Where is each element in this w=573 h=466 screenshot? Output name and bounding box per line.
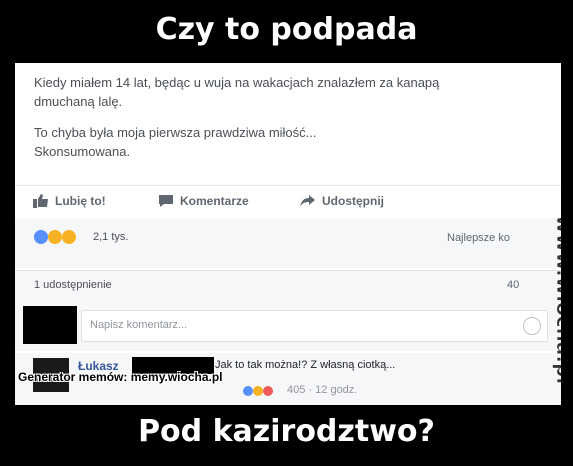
comment-reactions-count[interactable]: 405 bbox=[287, 384, 305, 396]
comment-placeholder: Napisz komentarz... bbox=[90, 319, 188, 331]
best-comments-filter[interactable]: Najlepsze ko bbox=[447, 232, 510, 244]
post-action-bar: Lubię to! Komentarze Udostępnij bbox=[15, 185, 561, 219]
share-label: Udostępnij bbox=[322, 194, 384, 208]
facebook-post-screenshot: Kiedy miałem 14 lat, będąc u wuja na wak… bbox=[15, 63, 561, 405]
bottom-caption: Pod kazirodztwo? bbox=[138, 414, 435, 449]
comment-button[interactable]: Komentarze bbox=[158, 194, 249, 208]
share-arrow-icon bbox=[300, 195, 315, 207]
shares-row: 1 udostępnienie 40 bbox=[15, 270, 561, 301]
like-button[interactable]: Lubię to! bbox=[33, 194, 106, 208]
share-button[interactable]: Udostępnij bbox=[300, 194, 384, 208]
site-watermark: www.wiocha.pl bbox=[531, 213, 561, 405]
comment-input[interactable]: Napisz komentarz... bbox=[81, 310, 548, 342]
post-text-line: To chyba była moja pierwsza prawdziwa mi… bbox=[34, 125, 317, 140]
comment-item: Łukasz Jak to tak można!? Z własną ciotk… bbox=[15, 353, 561, 405]
top-caption: Czy to podpada bbox=[155, 12, 418, 47]
shares-count[interactable]: 1 udostępnienie bbox=[34, 279, 112, 291]
wow-reaction-icon bbox=[62, 230, 76, 244]
reactions-count[interactable]: 2,1 tys. bbox=[93, 231, 128, 243]
post-text-line: dmuchaną lalę. bbox=[34, 94, 123, 109]
avatar bbox=[23, 306, 77, 344]
haha-reaction-icon bbox=[253, 386, 263, 396]
angry-reaction-icon bbox=[263, 386, 273, 396]
generator-watermark: Generator memów: memy.wiocha.pl bbox=[18, 370, 223, 384]
like-label: Lubię to! bbox=[55, 194, 106, 208]
haha-reaction-icon bbox=[48, 230, 62, 244]
like-reaction-icon bbox=[34, 230, 48, 244]
reactions-row: 2,1 tys. Najlepsze ko bbox=[15, 218, 561, 268]
comment-time[interactable]: 12 godz. bbox=[315, 384, 357, 396]
comment-meta: 405 · 12 godz. bbox=[287, 384, 357, 396]
post-text-line: Skonsumowana. bbox=[34, 144, 131, 159]
like-reaction-icon bbox=[243, 386, 253, 396]
comment-box-row: Napisz komentarz... bbox=[15, 301, 561, 351]
post-text-line: Kiedy miałem 14 lat, będąc u wuja na wak… bbox=[34, 75, 440, 90]
thumbs-up-icon bbox=[33, 194, 48, 208]
watermark-text: www.wiocha.pl bbox=[552, 215, 561, 384]
speech-bubble-icon bbox=[159, 195, 173, 207]
comments-count[interactable]: 40 bbox=[507, 279, 519, 291]
comment-label: Komentarze bbox=[180, 194, 249, 208]
comment-text: Jak to tak można!? Z własną ciotką... bbox=[215, 359, 396, 371]
